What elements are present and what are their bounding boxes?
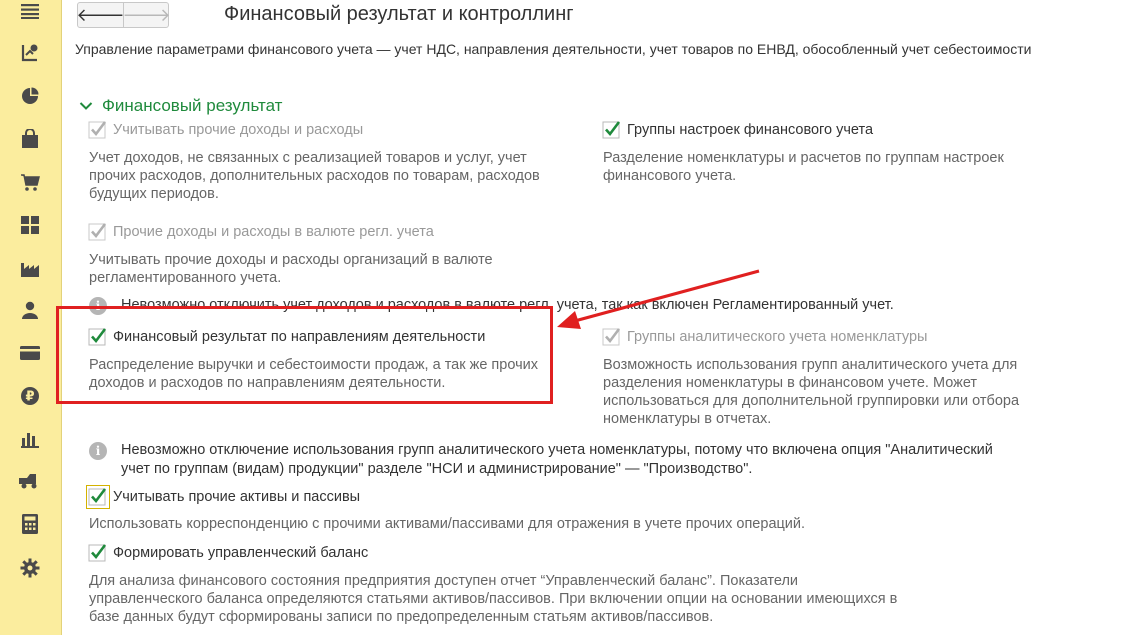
main-content: 🡐 🡒 Финансовый результат и контроллинг У… [56, 0, 1141, 635]
menu-icon[interactable] [19, 0, 41, 22]
forward-button[interactable]: 🡒 [122, 3, 170, 27]
bar-chart-icon[interactable] [19, 428, 41, 450]
checkbox-other-assets[interactable] [88, 488, 107, 506]
other-income-description: Учет доходов, не связанных с реализацией… [89, 150, 540, 202]
info-icon: i [89, 442, 107, 460]
settings-groups-description: Разделение номенклатуры и расчетов по гр… [603, 150, 1004, 184]
checkbox-other-income-currency[interactable] [88, 223, 107, 241]
checkbox-label: Учитывать прочие доходы и расходы [113, 122, 364, 138]
factory-icon[interactable] [19, 257, 41, 279]
group-financial-result-toggle[interactable]: Финансовый результат [79, 96, 282, 116]
checkbox-label: Учитывать прочие активы и пассивы [113, 489, 361, 505]
checkbox-label: Прочие доходы и расходы в валюте регл. у… [113, 224, 434, 240]
annotation-arrow-icon [557, 269, 760, 329]
truck-icon[interactable] [19, 470, 41, 492]
checkbox-settings-groups[interactable] [602, 121, 621, 139]
card-icon[interactable] [19, 342, 41, 364]
option-other-income-currency[interactable]: Прочие доходы и расходы в валюте регл. у… [88, 223, 434, 241]
sections-panel: ₽ [0, 0, 62, 635]
svg-text:₽: ₽ [25, 390, 34, 405]
page-title: Финансовый результат и контроллинг [224, 3, 574, 25]
bag-icon[interactable] [19, 128, 41, 150]
tasks-icon[interactable] [19, 42, 41, 64]
option-mgmt-balance[interactable]: Формировать управленческий баланс [88, 544, 369, 562]
page-subtitle: Управление параметрами финансового учета… [75, 41, 1032, 57]
chevron-down-icon [79, 102, 93, 110]
annotation-highlight-box [56, 306, 553, 404]
group-title: Финансовый результат [102, 96, 283, 115]
checkbox-label: Формировать управленческий баланс [113, 545, 369, 561]
info-text: Невозможно отключение использования груп… [121, 442, 993, 477]
cart-icon[interactable] [19, 171, 41, 193]
back-button[interactable]: 🡐 [76, 3, 125, 27]
option-other-assets[interactable]: Учитывать прочие активы и пассивы [88, 488, 361, 506]
option-other-income[interactable]: Учитывать прочие доходы и расходы [88, 121, 364, 139]
info-analytic: i Невозможно отключение использования гр… [89, 441, 993, 479]
navigation-buttons: 🡐 🡒 [76, 2, 171, 28]
other-assets-description: Использовать корреспонденцию с прочими а… [89, 516, 806, 532]
other-income-currency-description: Учитывать прочие доходы и расходы органи… [89, 252, 493, 286]
ruble-icon[interactable]: ₽ [19, 385, 41, 407]
option-settings-groups[interactable]: Группы настроек финансового учета [602, 121, 874, 139]
analytic-groups-description: Возможность использования групп аналитич… [603, 357, 1020, 427]
checkbox-mgmt-balance[interactable] [88, 544, 107, 562]
calculator-icon[interactable] [19, 513, 41, 535]
checkbox-label: Группы настроек финансового учета [627, 122, 874, 138]
mgmt-balance-description: Для анализа финансового состояния предпр… [89, 573, 898, 625]
pie-chart-icon[interactable] [19, 85, 41, 107]
gear-icon[interactable] [19, 557, 41, 579]
grid-icon[interactable] [19, 214, 41, 236]
person-icon[interactable] [19, 299, 41, 321]
checkbox-other-income[interactable] [88, 121, 107, 139]
